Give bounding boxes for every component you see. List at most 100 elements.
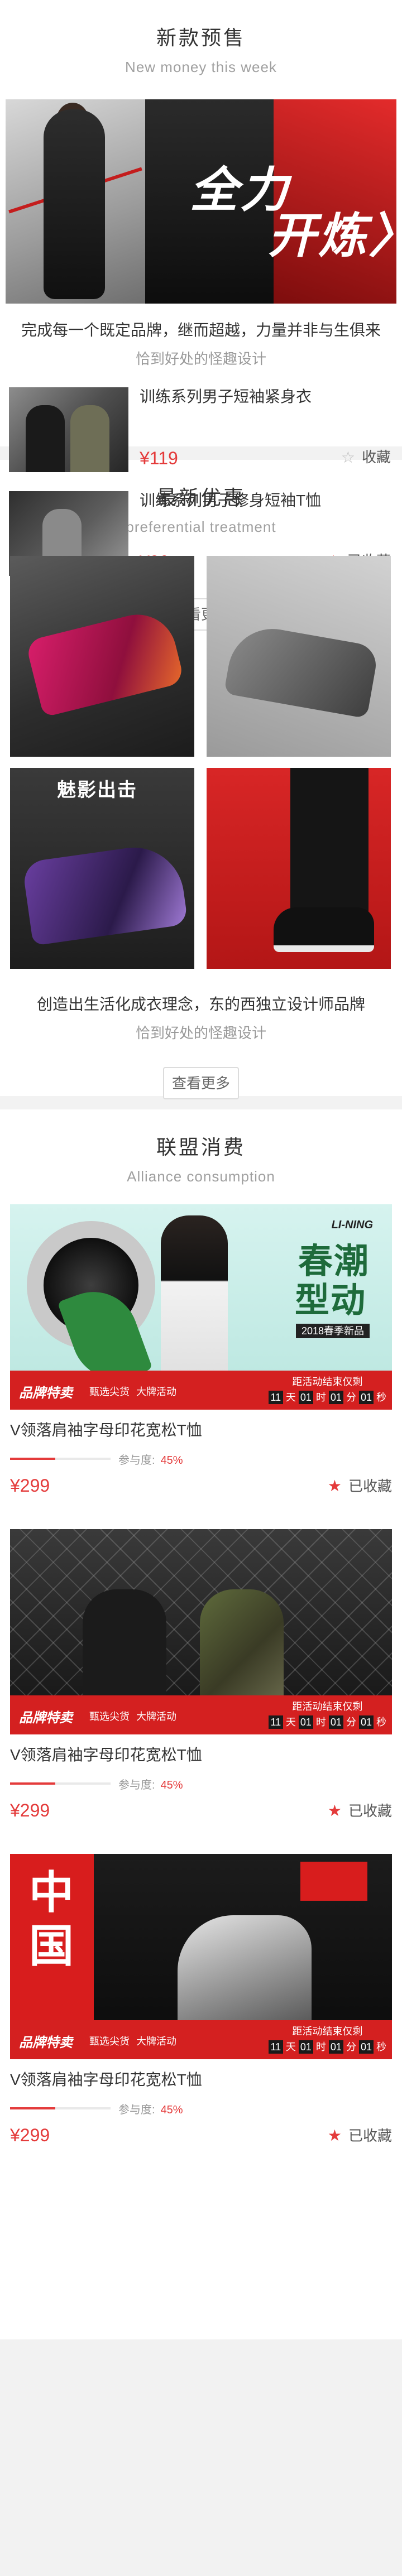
alliance-subtitle: Alliance consumption: [127, 1168, 275, 1185]
sale-label: 品牌特卖: [19, 1386, 73, 1401]
banner-badge: 2018春季新品: [295, 1324, 370, 1338]
countdown-unit: 秒: [376, 1717, 386, 1728]
hero-banner[interactable]: 全力 开炼〉: [6, 99, 396, 304]
model-image: [161, 1215, 228, 1377]
countdown-seconds: 01: [358, 2040, 374, 2054]
countdown-unit: 天: [285, 2041, 296, 2053]
countdown-timer: 11 天 01 时 01 分 01 秒: [268, 1715, 386, 1729]
sale-label: 品牌特卖: [19, 1710, 73, 1726]
sale-label: 品牌特卖: [19, 2035, 73, 2050]
offer-tile[interactable]: [10, 556, 194, 757]
alliance-item-name[interactable]: V领落肩袖字母印花宽松T恤: [10, 1746, 392, 1765]
countdown-minutes: 01: [328, 2040, 343, 2054]
star-filled-icon: ★: [327, 2127, 342, 2144]
countdown-unit: 时: [315, 2041, 326, 2053]
countdown-title: 距活动结束仅剩: [292, 1701, 363, 1712]
alliance-item-price: ¥299: [10, 2125, 50, 2145]
participation-percent: 45%: [160, 2104, 183, 2116]
product-row[interactable]: 训练系列男子短袖紧身衣 ¥119 ☆ 收藏: [0, 387, 402, 472]
participation-percent: 45%: [160, 1779, 183, 1791]
favorite-button[interactable]: ★ 已收藏: [328, 2126, 392, 2145]
countdown-unit: 天: [285, 1392, 296, 1403]
product-image[interactable]: [9, 387, 128, 472]
alliance-banner[interactable]: LI-NING 春潮 型动 2018春季新品 品牌特卖 甄选尖货 大牌活动 距活…: [10, 1204, 392, 1410]
countdown-timer: 11 天 01 时 01 分 01 秒: [268, 1391, 386, 1404]
price-row: ¥299 ★ 已收藏: [10, 1799, 392, 1822]
product-model: [70, 405, 109, 472]
product-model: [26, 405, 65, 472]
price-row: ¥299 ★ 已收藏: [10, 2124, 392, 2146]
alliance-item-price: ¥299: [10, 1476, 50, 1496]
countdown-minutes: 01: [328, 1715, 343, 1729]
hero-photo-right: [274, 99, 396, 304]
countdown-seconds: 01: [358, 1391, 374, 1404]
hero-model: [44, 109, 105, 299]
shoe-image: [223, 622, 380, 719]
new-arrivals-section: 新款预售 New money this week 全力 开炼〉 完成每一个既定品…: [0, 0, 402, 631]
participation-label: 参与度: 45%: [118, 1451, 183, 1467]
star-filled-icon: ★: [327, 1477, 342, 1494]
offer-tile[interactable]: [207, 768, 391, 969]
view-more-button[interactable]: 查看更多: [163, 1067, 239, 1099]
countdown-hours: 01: [298, 2040, 313, 2054]
countdown-unit: 秒: [376, 2041, 386, 2053]
countdown-unit: 分: [346, 1717, 356, 1728]
brand-logo: LI-NING: [331, 1219, 373, 1231]
alliance-item-name[interactable]: V领落肩袖字母印花宽松T恤: [10, 1421, 392, 1440]
offer-tile[interactable]: 魅影出击: [10, 768, 194, 969]
countdown-seconds: 01: [358, 1715, 374, 1729]
banner-headline-2: 型动: [294, 1281, 366, 1320]
countdown-title: 距活动结束仅剩: [292, 2026, 363, 2037]
alliance-item-price: ¥299: [10, 1800, 50, 1820]
product-name[interactable]: 训练系列男子修身短袖T恤: [140, 491, 321, 510]
new-arrivals-description: 完成每一个既定品牌，继而超越，力量并非与生俱来: [21, 321, 381, 339]
progress-fill: [10, 2107, 55, 2109]
alliance-card[interactable]: 中国 品牌特卖 甄选尖货 大牌活动 距活动结束仅剩 11 天 01 时 01 分…: [10, 1854, 392, 2146]
sale-bar: 品牌特卖 甄选尖货 大牌活动 距活动结束仅剩 11 天 01 时 01 分 01: [10, 1371, 392, 1410]
countdown-hours: 01: [298, 1715, 313, 1729]
offers-description: 创造出生活化成衣理念，东的西独立设计师品牌: [36, 996, 365, 1013]
alliance-item-name[interactable]: V领落肩袖字母印花宽松T恤: [10, 2070, 392, 2089]
offers-tagline: 恰到好处的怪趣设计: [135, 1025, 266, 1041]
alliance-header: 联盟消费 Alliance consumption: [0, 1109, 402, 1185]
alliance-card[interactable]: 品牌特卖 甄选尖货 大牌活动 距活动结束仅剩 11 天 01 时 01 分 01: [10, 1529, 392, 1822]
countdown-minutes: 01: [328, 1391, 343, 1404]
participation-row: 参与度: 45%: [10, 1775, 392, 1794]
countdown-unit: 分: [346, 1392, 356, 1403]
progress-fill: [10, 1782, 55, 1785]
new-arrivals-tagline: 恰到好处的怪趣设计: [135, 350, 266, 367]
countdown-unit: 时: [315, 1717, 326, 1728]
sale-tag: 大牌活动: [136, 1711, 176, 1722]
participation-row: 参与度: 45%: [10, 2099, 392, 2118]
new-arrivals-header: 新款预售 New money this week: [0, 0, 402, 76]
more-wrap: 查看更多: [0, 1067, 402, 1099]
alliance-banner[interactable]: 中国 品牌特卖 甄选尖货 大牌活动 距活动结束仅剩 11 天 01 时 01 分…: [10, 1854, 392, 2059]
favorite-button[interactable]: ☆ 收藏: [341, 448, 391, 467]
countdown-days: 11: [268, 1715, 283, 1729]
star-outline-icon: ☆: [341, 449, 355, 466]
countdown-unit: 分: [346, 2041, 356, 2053]
alliance-card[interactable]: LI-NING 春潮 型动 2018春季新品 品牌特卖 甄选尖货 大牌活动 距活…: [10, 1204, 392, 1497]
progress-fill: [10, 1458, 55, 1460]
sale-bar: 品牌特卖 甄选尖货 大牌活动 距活动结束仅剩 11 天 01 时 01 分 01: [10, 1695, 392, 1734]
favorite-label: 收藏: [361, 449, 391, 465]
favorite-label: 已收藏: [348, 2127, 392, 2144]
countdown: 距活动结束仅剩 11 天 01 时 01 分 01 秒: [268, 2025, 386, 2054]
product-name[interactable]: 训练系列男子短袖紧身衣: [140, 387, 312, 406]
hero-slogan-line2: 开炼〉: [268, 209, 396, 263]
new-arrivals-subtitle: New money this week: [125, 59, 277, 75]
participation-label: 参与度: 45%: [118, 1776, 183, 1792]
alliance-banner[interactable]: 品牌特卖 甄选尖货 大牌活动 距活动结束仅剩 11 天 01 时 01 分 01: [10, 1529, 392, 1734]
favorite-label: 已收藏: [348, 1803, 392, 1819]
price-row: ¥299 ★ 已收藏: [10, 1474, 392, 1497]
countdown: 距活动结束仅剩 11 天 01 时 01 分 01 秒: [268, 1375, 386, 1404]
countdown-hours: 01: [298, 1391, 313, 1404]
participation-caption: 参与度:: [118, 2104, 155, 2116]
banner-headline-1: 春潮: [298, 1242, 370, 1281]
favorite-button[interactable]: ★ 已收藏: [328, 1801, 392, 1820]
countdown-unit: 秒: [376, 1392, 386, 1403]
hero-slogan-line1: 全力: [190, 164, 290, 217]
favorite-button[interactable]: ★ 已收藏: [328, 1477, 392, 1496]
offer-tile[interactable]: [207, 556, 391, 757]
alliance-section: 联盟消费 Alliance consumption LI-NING 春潮 型动 …: [0, 1109, 402, 2339]
